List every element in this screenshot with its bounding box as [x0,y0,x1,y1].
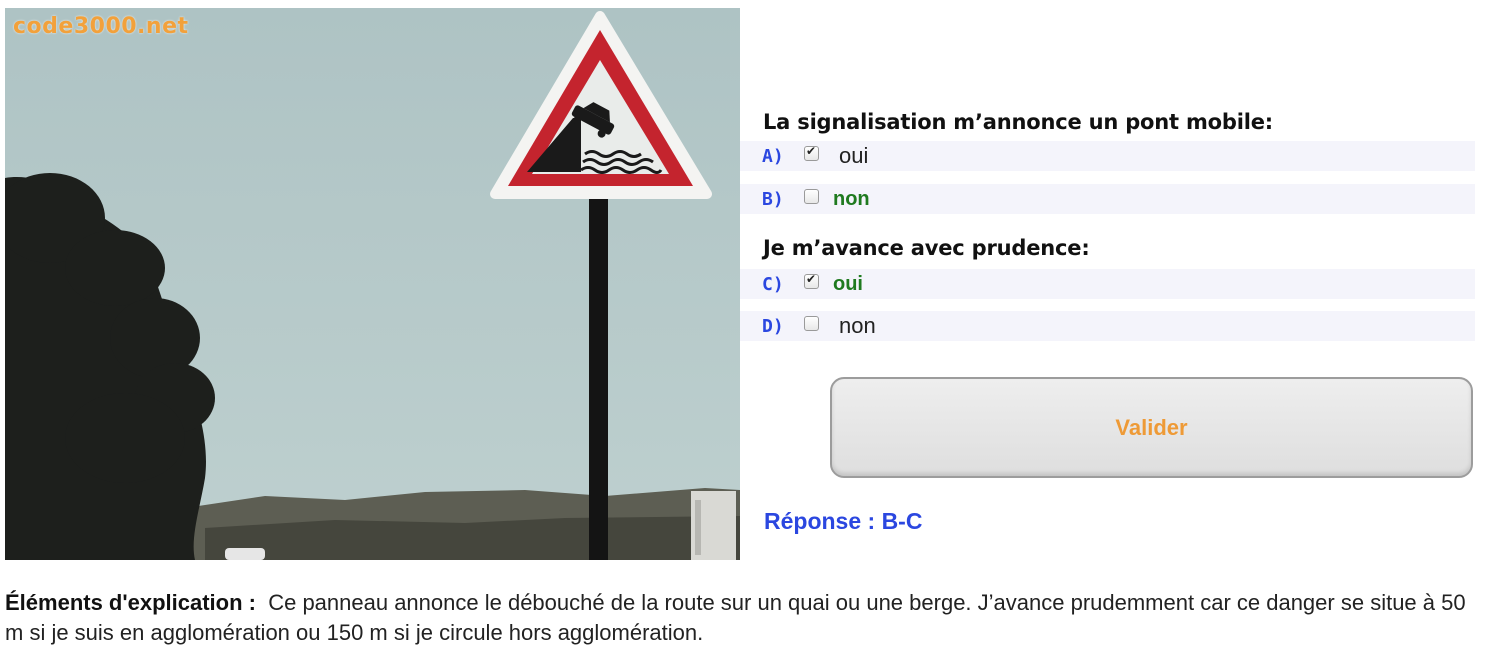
option-d-checkbox[interactable] [804,315,819,331]
sign-photo: code3000.net [5,8,740,560]
option-c-label: oui [833,272,863,295]
sign-post [589,193,608,560]
option-d-label: non [839,313,876,338]
explanation-heading: Éléments d'explication : [5,590,256,615]
option-d[interactable]: D) non [740,311,1475,341]
option-b-letter: B) [762,188,784,210]
option-b-label: non [833,187,870,210]
parked-car [225,548,265,560]
explanation: Éléments d'explication : Ce panneau anno… [5,588,1475,648]
site-watermark: code3000.net [13,14,189,39]
option-d-letter: D) [762,315,784,337]
answer-text: Réponse : B-C [764,508,923,534]
question-1-title: La signalisation m’annonce un pont mobil… [763,110,1273,134]
option-a-letter: A) [762,145,784,167]
sign-photo-illustration [5,8,740,560]
option-c-checkbox[interactable] [804,272,819,289]
option-a-label: oui [839,143,869,168]
option-a[interactable]: A) oui [740,141,1475,171]
option-a-checkbox[interactable] [804,144,819,161]
validate-button[interactable]: Valider [830,377,1473,478]
option-c[interactable]: C) oui [740,269,1475,299]
option-c-letter: C) [762,273,784,295]
option-b-checkbox[interactable] [804,188,819,204]
question-2-title: Je m’avance avec prudence: [763,236,1090,260]
option-b[interactable]: B) non [740,184,1475,214]
